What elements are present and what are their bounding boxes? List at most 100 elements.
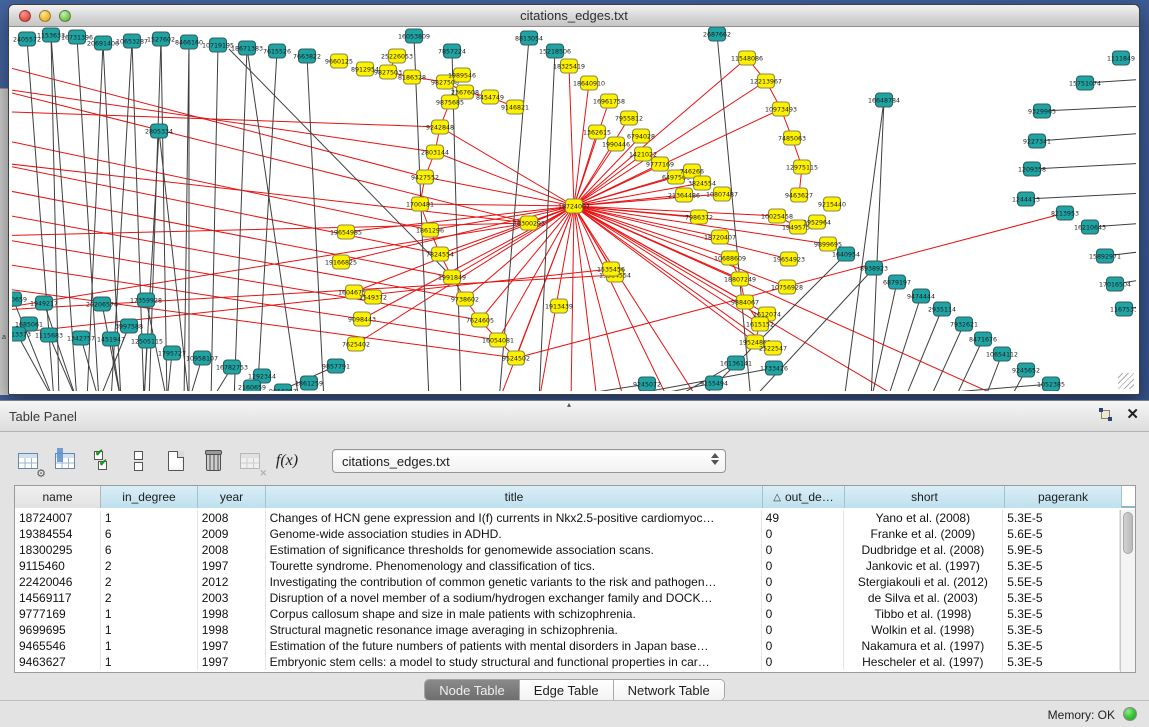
close-panel-icon[interactable]: ✕ [1126,408,1139,421]
cell-year[interactable]: 1998 [198,622,266,638]
graph-node-2935114[interactable]: 2935114 [928,302,956,316]
graph-node-16648784[interactable]: 16648784 [868,93,900,107]
edge-selected[interactable] [12,223,529,236]
cell-name[interactable]: 22420046 [15,574,101,590]
table-vertical-scrollbar[interactable] [1120,510,1135,672]
graph-node-8471676[interactable]: 8471676 [969,332,997,346]
table-row[interactable]: 1938455462009Genome-wide association stu… [15,526,1120,542]
edge[interactable] [1032,163,1136,169]
graph-node-9524502[interactable]: 9524502 [502,351,530,365]
cell-title[interactable]: Estimation of the future numbers of pati… [266,638,762,654]
edge[interactable] [904,309,942,391]
graph-node-1111849[interactable]: 1111849 [1107,51,1135,65]
edge[interactable] [234,48,247,391]
cell-name[interactable]: 14569117 [15,590,101,606]
graph-node-1990446[interactable]: 1990446 [602,137,630,151]
cell-name[interactable]: 9699695 [15,622,101,638]
graph-node-16210643[interactable]: 16210643 [1074,220,1106,234]
graph-node-12213967[interactable]: 12213967 [750,74,782,88]
graph-node-8454749[interactable]: 8454749 [476,90,504,104]
cell-out_degree[interactable]: 0 [762,606,844,622]
graph-node-10688609[interactable]: 10688609 [714,251,746,265]
graph-node-8466160[interactable]: 8466160 [175,35,203,49]
edge-selected[interactable] [574,206,597,391]
cell-in_degree[interactable]: 1 [101,654,198,670]
graph-node-9245072[interactable]: 9245072 [633,377,661,391]
graph-node-16054081[interactable]: 16054081 [482,333,514,347]
table-settings-button[interactable]: ⚙ [14,447,42,475]
graph-node-17359928[interactable]: 17359928 [130,293,162,307]
edge-selected[interactable] [12,161,440,254]
graph-node-9215440[interactable]: 9215440 [818,197,846,211]
network-canvas[interactable]: 1872400718325419186409101696175879558121… [12,27,1136,391]
graph-node-10653287[interactable]: 10653287 [116,34,148,48]
edge-selected[interactable] [12,136,430,230]
cell-in_degree[interactable]: 2 [101,574,198,590]
column-header-name[interactable]: name [15,486,101,508]
graph-node-1700481[interactable]: 1700481 [406,197,434,211]
cell-short[interactable]: Hescheler et al. (1997) [844,654,1004,670]
cell-title[interactable]: Genome-wide association studies in ADHD. [266,526,762,542]
tab-edge-table[interactable]: Edge Table [520,680,614,700]
cell-title[interactable]: Embryonic stem cells: a model to study s… [266,654,762,670]
cell-pagerank[interactable]: 5.5E-5 [1003,574,1120,590]
scrollbar-thumb[interactable] [1123,512,1133,554]
graph-node-1052385[interactable]: 1052385 [1037,377,1065,391]
cell-in_degree[interactable]: 2 [101,590,198,606]
citation-network-graph[interactable]: 1872400718325419186409101696175879558121… [12,27,1136,391]
cell-year[interactable]: 1997 [198,638,266,654]
cell-name[interactable]: 18300295 [15,542,101,558]
graph-node-1244413[interactable]: 1244413 [1012,192,1040,206]
graph-node-18671383[interactable]: 18671383 [231,41,263,55]
cell-name[interactable]: 18724007 [15,510,101,526]
graph-node-10807487[interactable]: 10807487 [706,187,738,201]
graph-node-18720407[interactable]: 18720407 [704,230,736,244]
graph-node-9227341[interactable]: 9227341 [1023,134,1051,148]
edge-selected[interactable] [425,177,574,206]
cell-in_degree[interactable]: 1 [101,638,198,654]
column-header-title[interactable]: title [266,486,763,508]
edge[interactable] [184,42,189,391]
cell-pagerank[interactable]: 5.3E-5 [1003,558,1120,574]
cell-short[interactable]: Nakamura et al. (1997) [844,638,1004,654]
graph-node-15892971[interactable]: 15892971 [1089,249,1121,263]
edge[interactable] [211,45,218,391]
table-row[interactable]: 911546021997Tourette syndrome. Phenomeno… [15,558,1120,574]
graph-node-1451947[interactable]: 1451947 [97,332,125,346]
float-panel-icon[interactable] [1099,408,1112,421]
table-row[interactable]: 1456911722003Disruption of a novel membe… [15,590,1120,606]
table-row[interactable]: 1830029562008Estimation of significance … [15,542,1120,558]
column-header-year[interactable]: year [198,486,266,508]
cell-year[interactable]: 1997 [198,558,266,574]
cell-out_degree[interactable]: 0 [762,622,844,638]
cell-pagerank[interactable]: 5.3E-5 [1003,510,1120,526]
network-window-titlebar[interactable]: citations_edges.txt [9,5,1139,27]
graph-node-10654112[interactable]: 10654112 [986,347,1018,361]
cell-year[interactable]: 1998 [198,606,266,622]
graph-node-2620659[interactable]: 2620659 [12,292,27,306]
cell-pagerank[interactable]: 5.3E-5 [1003,654,1120,670]
cell-name[interactable]: 9463627 [15,654,101,670]
graph-node-1209358[interactable]: 1209358 [1018,162,1046,176]
cell-name[interactable]: 19384554 [15,526,101,542]
table-row[interactable]: 977716911998Corpus callosum shape and si… [15,606,1120,622]
edge-selected[interactable] [574,206,624,391]
select-all-checks-button[interactable]: ✔ ✔ [88,447,116,475]
edge[interactable] [44,303,77,391]
cell-year[interactable]: 2009 [198,526,266,542]
cell-year[interactable]: 2008 [198,510,266,526]
edge[interactable] [871,100,884,391]
graph-node-8213953[interactable]: 8213953 [1051,206,1079,220]
table-row[interactable]: 1872400712008Changes of HCN gene express… [15,510,1120,526]
graph-node-7824554[interactable]: 7824554 [426,247,454,261]
cell-title[interactable]: Corpus callosum shape and size in male p… [266,606,762,622]
show-columns-button[interactable] [51,447,79,475]
graph-node-9427552[interactable]: 9427552 [411,170,439,184]
cell-title[interactable]: Tourette syndrome. Phenomenology and cla… [266,558,762,574]
edge-selected[interactable] [12,286,516,358]
graph-node-9474444[interactable]: 9474444 [907,289,935,303]
cell-short[interactable]: Jankovic et al. (1997) [844,558,1004,574]
cell-out_degree[interactable]: 0 [762,542,844,558]
clear-checks-button[interactable] [125,447,153,475]
graph-node-7624605[interactable]: 7624605 [466,313,494,327]
